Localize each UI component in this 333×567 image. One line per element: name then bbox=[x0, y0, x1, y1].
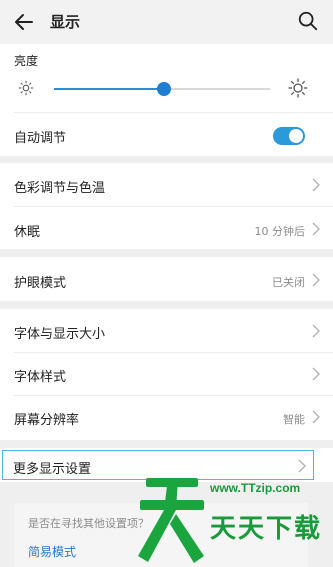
chevron-right-icon bbox=[312, 410, 320, 424]
suggestion-question: 是否在寻找其他设置项？ bbox=[28, 517, 149, 530]
page-title: 显示 bbox=[50, 13, 81, 31]
eye-care-card[interactable]: 护眼模式 已关闭 bbox=[0, 257, 333, 301]
top-bar: 显示 bbox=[0, 0, 333, 44]
eye-care-label: 护眼模式 bbox=[14, 276, 67, 291]
watermark-url: www.TTzip.com bbox=[210, 481, 301, 495]
sleep-row[interactable]: 休眠 10 分钟后 bbox=[0, 206, 333, 249]
auto-adjust-label: 自动调节 bbox=[14, 131, 67, 146]
divider bbox=[14, 112, 333, 113]
search-icon[interactable] bbox=[297, 10, 319, 32]
arrow-left-icon[interactable] bbox=[12, 10, 36, 34]
eye-care-value: 已关闭 bbox=[272, 276, 305, 289]
sun-large-icon bbox=[288, 78, 308, 98]
chevron-right-icon bbox=[312, 178, 320, 192]
resolution-label: 屏幕分辨率 bbox=[14, 413, 80, 428]
brightness-slider[interactable] bbox=[54, 82, 270, 96]
toggle-knob bbox=[289, 129, 303, 143]
font-size-row[interactable]: 字体与显示大小 bbox=[0, 309, 333, 352]
color-temp-label: 色彩调节与色温 bbox=[14, 181, 106, 196]
font-size-label: 字体与显示大小 bbox=[14, 327, 106, 342]
chevron-right-icon bbox=[312, 367, 320, 381]
resolution-value: 智能 bbox=[283, 413, 305, 426]
chevron-right-icon bbox=[312, 222, 320, 236]
brightness-slider-fill bbox=[54, 88, 165, 90]
chevron-right-icon bbox=[312, 273, 320, 287]
color-temp-row[interactable]: 色彩调节与色温 bbox=[0, 163, 333, 206]
more-settings-label: 更多显示设置 bbox=[13, 462, 92, 477]
sun-small-icon bbox=[18, 80, 34, 96]
watermark-text: 天天下载 bbox=[210, 514, 323, 544]
brightness-label: 亮度 bbox=[14, 54, 39, 68]
simple-mode-link[interactable]: 简易模式 bbox=[28, 543, 76, 560]
sleep-value: 10 分钟后 bbox=[254, 225, 306, 238]
sleep-label: 休眠 bbox=[14, 225, 41, 240]
font-style-label: 字体样式 bbox=[14, 370, 67, 385]
resolution-row[interactable]: 屏幕分辨率 智能 bbox=[0, 395, 333, 439]
font-style-row[interactable]: 字体样式 bbox=[0, 352, 333, 395]
chevron-right-icon bbox=[312, 324, 320, 338]
auto-adjust-toggle[interactable] bbox=[273, 127, 305, 145]
